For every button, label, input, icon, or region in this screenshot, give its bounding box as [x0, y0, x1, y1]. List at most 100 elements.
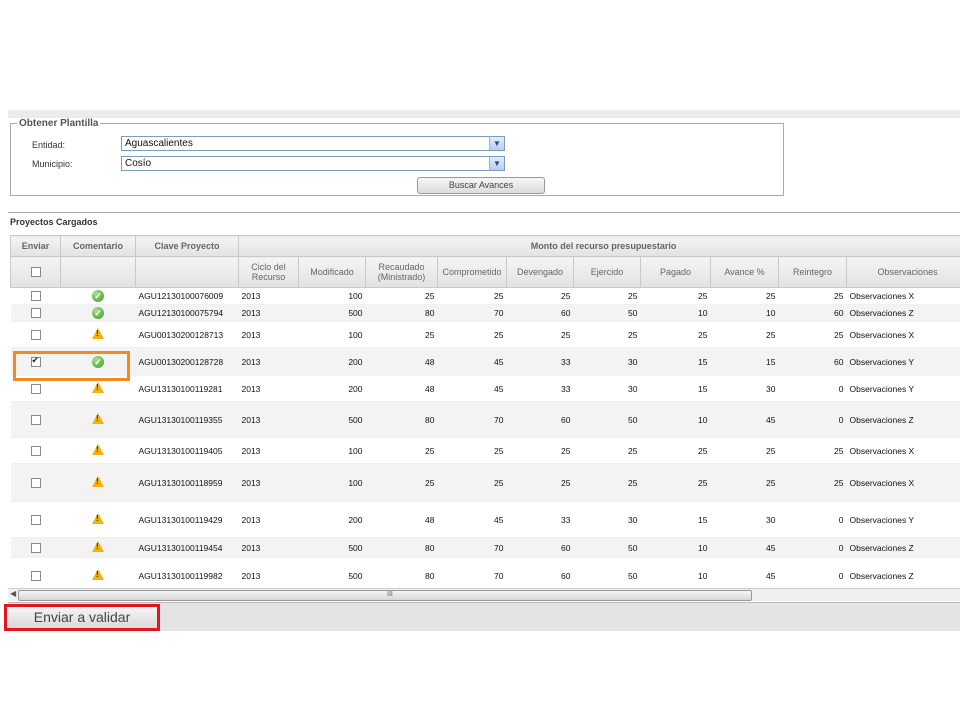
scroll-left-icon[interactable]: ◀	[10, 589, 16, 598]
devengado-cell: 33	[506, 375, 574, 402]
buscar-avances-button[interactable]: Buscar Avances	[417, 177, 545, 194]
chevron-down-icon[interactable]: ▼	[489, 137, 504, 150]
obtener-plantilla-panel: Obtener Plantilla Entidad: Aguascaliente…	[8, 118, 960, 208]
ejercido-cell: 30	[573, 375, 641, 402]
comment-cell[interactable]	[60, 321, 136, 348]
clave-cell: AGU13130100119454	[135, 537, 239, 558]
row-checkbox[interactable]	[30, 329, 41, 340]
send-cell[interactable]	[10, 437, 61, 464]
send-cell[interactable]	[10, 321, 61, 348]
header-reintegro: Reintegro	[778, 256, 847, 288]
recaudado-cell: 48	[365, 501, 438, 538]
modificado-cell: 200	[298, 375, 366, 402]
grid-title: Proyectos Cargados	[10, 217, 98, 227]
pagado-cell: 10	[640, 537, 711, 558]
reintegro-cell: 25	[778, 437, 847, 464]
observaciones-cell: Observaciones Y	[846, 501, 960, 538]
table-row: AGU13130100118959201310025252525252525Ob…	[10, 463, 960, 502]
modificado-cell: 100	[298, 321, 366, 348]
comprometido-cell: 70	[437, 401, 507, 438]
panel-legend: Obtener Plantilla	[19, 118, 99, 129]
comment-cell[interactable]	[60, 463, 136, 502]
highlight-box-orange	[13, 351, 130, 381]
avance-cell: 15	[710, 347, 779, 376]
row-checkbox[interactable]	[30, 383, 41, 394]
avance-cell: 45	[710, 537, 779, 558]
proyectos-grid: Proyectos Cargados Enviar Comentario Cla…	[8, 212, 960, 605]
municipio-label: Municipio:	[32, 159, 73, 169]
header-comentario: Comentario	[60, 235, 136, 257]
send-cell[interactable]	[10, 287, 61, 305]
row-checkbox[interactable]	[30, 542, 41, 553]
ciclo-cell: 2013	[238, 463, 299, 502]
enviar-a-validar-button[interactable]: Enviar a validar	[4, 604, 160, 631]
header-select-all[interactable]	[10, 256, 61, 288]
entidad-select[interactable]: Aguascalientes ▼	[121, 136, 505, 151]
row-checkbox[interactable]	[30, 414, 41, 425]
reintegro-cell: 60	[778, 347, 847, 376]
pagado-cell: 25	[640, 287, 711, 305]
send-cell[interactable]	[10, 501, 61, 538]
horizontal-scrollbar[interactable]: ◀ III	[8, 588, 960, 601]
warning-icon	[92, 413, 104, 424]
warning-icon	[92, 476, 104, 487]
select-all-checkbox[interactable]	[30, 267, 41, 278]
header-pagado: Pagado	[640, 256, 711, 288]
warning-icon	[92, 328, 104, 339]
comprometido-cell: 25	[437, 321, 507, 348]
ciclo-cell: 2013	[238, 437, 299, 464]
row-checkbox[interactable]	[30, 570, 41, 581]
row-checkbox[interactable]	[30, 514, 41, 525]
scrollbar-thumb[interactable]: III	[18, 590, 752, 601]
reintegro-cell: 0	[778, 501, 847, 538]
send-cell[interactable]	[10, 463, 61, 502]
send-cell[interactable]	[10, 401, 61, 438]
ciclo-cell: 2013	[238, 537, 299, 558]
pagado-cell: 15	[640, 347, 711, 376]
observaciones-cell: Observaciones X	[846, 463, 960, 502]
warning-icon	[92, 444, 104, 455]
ciclo-cell: 2013	[238, 401, 299, 438]
row-checkbox[interactable]	[30, 477, 41, 488]
reintegro-cell: 0	[778, 537, 847, 558]
projects-table: Enviar Comentario Clave Proyecto Monto d…	[10, 235, 960, 594]
modificado-cell: 200	[298, 347, 366, 376]
table-row: AGU1313010011942920132004845333015300Obs…	[10, 501, 960, 538]
comment-cell[interactable]: ✓	[60, 304, 136, 322]
ejercido-cell: 25	[573, 321, 641, 348]
pagado-cell: 15	[640, 375, 711, 402]
row-checkbox[interactable]	[30, 445, 41, 456]
chevron-down-icon[interactable]: ▼	[489, 157, 504, 170]
clave-cell: AGU13130100119429	[135, 501, 239, 538]
comment-cell[interactable]: ✓	[60, 287, 136, 305]
reintegro-cell: 0	[778, 375, 847, 402]
avance-cell: 25	[710, 463, 779, 502]
row-checkbox[interactable]	[30, 291, 41, 302]
header-empty	[60, 256, 136, 288]
send-cell[interactable]	[10, 304, 61, 322]
warning-icon	[92, 541, 104, 552]
ejercido-cell: 50	[573, 537, 641, 558]
scroll-grip: III	[387, 591, 393, 598]
warning-icon	[92, 513, 104, 524]
table-row: AGU1313010011935520135008070605010450Obs…	[10, 401, 960, 438]
modificado-cell: 100	[298, 287, 366, 305]
comment-cell[interactable]	[60, 501, 136, 538]
header-ejercido: Ejercido	[573, 256, 641, 288]
municipio-select[interactable]: Cosío ▼	[121, 156, 505, 171]
comment-cell[interactable]	[60, 437, 136, 464]
table-row: AGU1313010011945420135008070605010450Obs…	[10, 537, 960, 558]
observaciones-cell: Observaciones Z	[846, 401, 960, 438]
header-avance: Avance %	[710, 256, 779, 288]
table-row: ✓ AGU12130100076009 2013 100 25 25 25 25 25 25 25 O…	[10, 287, 960, 305]
send-cell[interactable]	[10, 537, 61, 558]
comment-cell[interactable]	[60, 537, 136, 558]
modificado-cell: 200	[298, 501, 366, 538]
comment-cell[interactable]	[60, 401, 136, 438]
row-checkbox[interactable]	[30, 308, 41, 319]
table-row: AGU00130200128713201310025252525252525Ob…	[10, 321, 960, 348]
devengado-cell: 33	[506, 347, 574, 376]
recaudado-cell: 48	[365, 347, 438, 376]
observaciones-cell: Observaciones X	[846, 437, 960, 464]
comprometido-cell: 70	[437, 304, 507, 322]
